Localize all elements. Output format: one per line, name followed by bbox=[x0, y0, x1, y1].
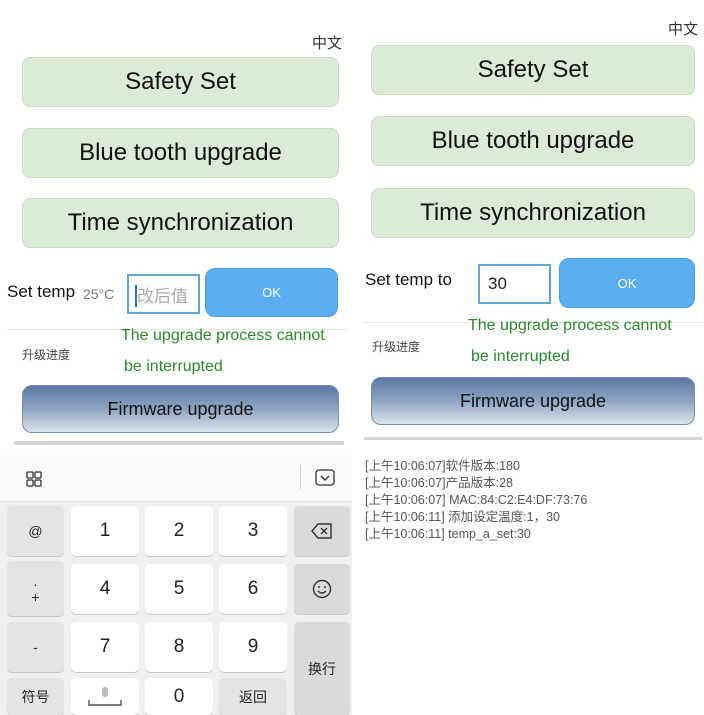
emoji-key[interactable] bbox=[294, 564, 350, 614]
language-toggle[interactable]: 中文 bbox=[668, 18, 698, 39]
bluetooth-upgrade-label: Blue tooth upgrade bbox=[431, 127, 635, 154]
key-4[interactable]: 4 bbox=[71, 564, 139, 614]
space-key[interactable] bbox=[71, 678, 139, 715]
firmware-upgrade-button[interactable]: Firmware upgrade bbox=[371, 377, 695, 425]
firmware-upgrade-button[interactable]: Firmware upgrade bbox=[22, 385, 339, 433]
enter-key-label: 换行 bbox=[308, 660, 336, 677]
return-key[interactable]: 返回 bbox=[219, 678, 287, 715]
key-0-label: 0 bbox=[173, 685, 185, 707]
upgrade-warning-line-1: The upgrade process cannot bbox=[468, 317, 672, 334]
key-6[interactable]: 6 bbox=[219, 564, 287, 614]
left-screen: 中文 Safety Set Blue tooth upgrade Time sy… bbox=[0, 0, 352, 715]
key-4-label: 4 bbox=[99, 578, 111, 599]
safety-set-button[interactable]: Safety Set bbox=[371, 45, 695, 95]
time-sync-button[interactable]: Time synchronization bbox=[22, 198, 339, 248]
key-dot-plus[interactable]: . + bbox=[7, 561, 64, 616]
keyboard-toolbar bbox=[0, 455, 352, 502]
ok-button[interactable]: OK bbox=[559, 258, 695, 308]
log-line: [上午10:06:07] MAC:84:C2:E4:DF:73:76 bbox=[365, 493, 588, 507]
safety-set-label: Safety Set bbox=[125, 68, 236, 95]
temp-input[interactable]: 改后值 bbox=[127, 274, 200, 314]
key-at[interactable]: @ bbox=[7, 506, 64, 556]
backspace-icon bbox=[311, 523, 332, 539]
key-minus-label: - bbox=[33, 639, 38, 655]
language-toggle[interactable]: 中文 bbox=[312, 32, 342, 53]
bluetooth-upgrade-button[interactable]: Blue tooth upgrade bbox=[22, 128, 339, 178]
enter-key[interactable]: 换行 bbox=[294, 622, 350, 715]
key-3[interactable]: 3 bbox=[219, 506, 287, 556]
temp-input-value: 30 bbox=[488, 274, 507, 293]
key-2[interactable]: 2 bbox=[145, 506, 213, 556]
key-7-label: 7 bbox=[99, 636, 111, 657]
log-line: [上午10:06:07]产品版本:28 bbox=[365, 476, 513, 490]
text-caret bbox=[135, 285, 137, 307]
temp-input-placeholder: 改后值 bbox=[137, 286, 188, 306]
key-symbols-label: 符号 bbox=[21, 688, 50, 705]
key-0[interactable]: 0 bbox=[145, 678, 213, 715]
firmware-upgrade-label: Firmware upgrade bbox=[107, 398, 254, 419]
key-1-label: 1 bbox=[99, 520, 111, 541]
toolbar-divider bbox=[300, 465, 301, 489]
set-temp-label: Set temp bbox=[7, 282, 76, 301]
safety-set-label: Safety Set bbox=[477, 56, 589, 83]
log-line: [上午10:06:07]软件版本:180 bbox=[365, 459, 520, 473]
key-8-label: 8 bbox=[173, 636, 185, 657]
ok-label: OK bbox=[262, 285, 281, 300]
numeric-keyboard: @ . + - 符号 1 2 3 4 5 6 7 8 9 0 返回 换行 bbox=[0, 455, 352, 715]
bluetooth-upgrade-label: Blue tooth upgrade bbox=[79, 139, 282, 166]
key-2-label: 2 bbox=[173, 520, 185, 541]
return-key-label: 返回 bbox=[239, 688, 267, 705]
backspace-key[interactable] bbox=[294, 506, 350, 556]
bluetooth-upgrade-button[interactable]: Blue tooth upgrade bbox=[371, 116, 695, 166]
upgrade-warning-line-2: be interrupted bbox=[124, 358, 223, 375]
mic-space-icon bbox=[88, 686, 122, 706]
key-symbols[interactable]: 符号 bbox=[7, 678, 64, 715]
key-9[interactable]: 9 bbox=[219, 622, 287, 672]
temp-input[interactable]: 30 bbox=[478, 264, 551, 304]
firmware-upgrade-label: Firmware upgrade bbox=[459, 390, 607, 411]
key-at-label: @ bbox=[28, 523, 43, 539]
upgrade-warning-line-2: be interrupted bbox=[471, 348, 570, 365]
ok-button[interactable]: OK bbox=[205, 268, 338, 317]
right-screen: 中文 Safety Set Blue tooth upgrade Time sy… bbox=[352, 0, 704, 715]
key-9-label: 9 bbox=[247, 636, 259, 657]
upgrade-warning-line-1: The upgrade process cannot bbox=[121, 327, 325, 344]
separator-bar bbox=[364, 437, 702, 440]
key-3-label: 3 bbox=[247, 520, 259, 541]
keyboard-hide-icon[interactable] bbox=[315, 469, 335, 486]
key-5[interactable]: 5 bbox=[145, 564, 213, 614]
upgrade-progress-label: 升级进度 bbox=[372, 340, 421, 354]
log-line: [上午10:06:11] 添加设定温度:1，30 bbox=[365, 510, 560, 524]
current-temp-value: 25°C bbox=[83, 286, 115, 302]
separator-bar bbox=[14, 441, 344, 445]
key-8[interactable]: 8 bbox=[145, 622, 213, 672]
upgrade-progress-label: 升级进度 bbox=[22, 348, 71, 362]
key-plus-label: + bbox=[31, 588, 40, 605]
set-temp-label: Set temp to bbox=[365, 270, 452, 289]
key-7[interactable]: 7 bbox=[71, 622, 139, 672]
safety-set-button[interactable]: Safety Set bbox=[22, 57, 339, 107]
log-line: [上午10:06:11] temp_a_set:30 bbox=[365, 527, 531, 541]
key-dot-label: . bbox=[33, 572, 38, 589]
key-6-label: 6 bbox=[247, 578, 259, 599]
key-1[interactable]: 1 bbox=[71, 506, 139, 556]
emoji-icon bbox=[312, 579, 332, 599]
key-minus[interactable]: - bbox=[7, 622, 64, 672]
time-sync-button[interactable]: Time synchronization bbox=[371, 188, 695, 238]
ok-label: OK bbox=[617, 275, 637, 291]
time-sync-label: Time synchronization bbox=[420, 199, 646, 226]
time-sync-label: Time synchronization bbox=[67, 209, 294, 236]
key-5-label: 5 bbox=[173, 578, 185, 599]
grid-icon[interactable] bbox=[26, 471, 42, 487]
